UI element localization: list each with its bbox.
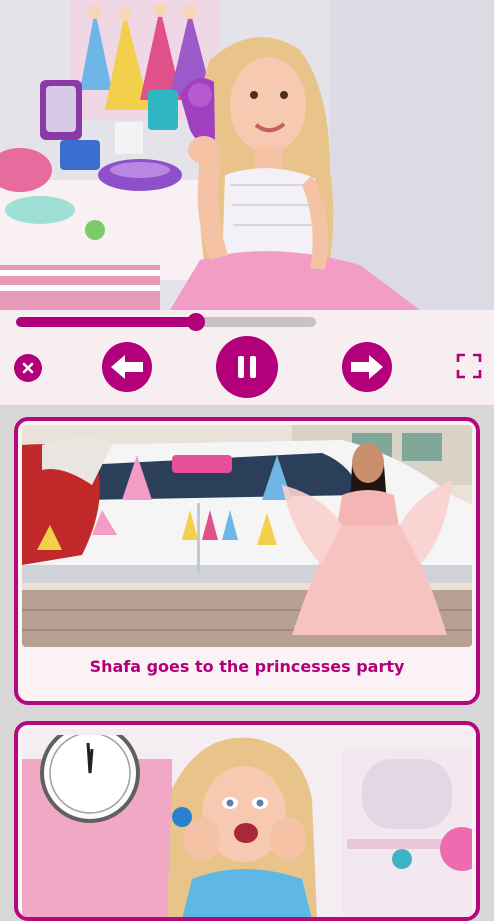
thumbnail-image (22, 729, 472, 917)
video-player[interactable] (0, 0, 494, 310)
pause-button[interactable] (216, 336, 278, 398)
video-frame (0, 0, 494, 310)
video-thumbnail[interactable] (22, 425, 472, 647)
progress-bar[interactable] (16, 313, 316, 331)
fullscreen-icon (456, 353, 482, 379)
previous-button[interactable] (102, 342, 152, 392)
player-controls (0, 310, 494, 405)
progress-thumb[interactable] (187, 313, 205, 331)
progress-fill (16, 317, 196, 327)
fullscreen-button[interactable] (456, 353, 482, 379)
pause-icon (238, 356, 256, 378)
close-button[interactable] (14, 354, 42, 382)
video-card[interactable] (14, 721, 480, 921)
video-card[interactable]: Shafa goes to the princesses party (14, 417, 480, 705)
arrow-left-icon (111, 355, 143, 379)
next-button[interactable] (342, 342, 392, 392)
thumbnail-image (22, 425, 472, 647)
arrow-right-icon (351, 355, 383, 379)
video-thumbnail[interactable] (22, 729, 472, 917)
video-title: Shafa goes to the princesses party (89, 657, 405, 676)
video-list: Shafa goes to the princesses party (0, 405, 494, 921)
close-icon (22, 362, 34, 374)
